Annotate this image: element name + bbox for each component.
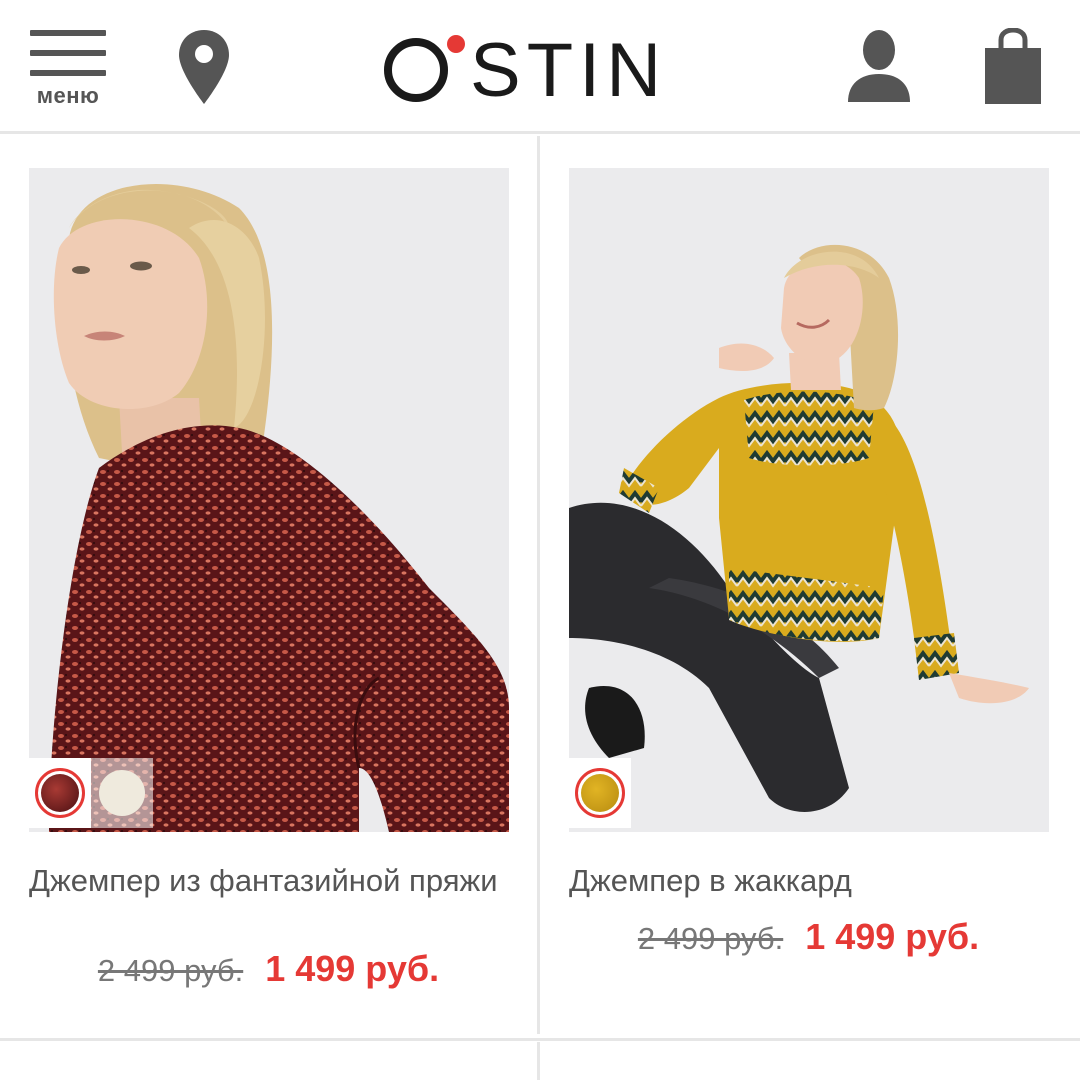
location-pin-icon bbox=[179, 30, 229, 104]
grid-divider-vertical bbox=[537, 136, 540, 1034]
model-in-red-knit-sweater-image bbox=[29, 168, 509, 832]
shopping-bag-icon bbox=[985, 27, 1041, 104]
user-icon bbox=[848, 30, 910, 102]
menu-button[interactable]: меню bbox=[28, 28, 108, 108]
menu-label: меню bbox=[36, 83, 100, 108]
swatch-fill bbox=[41, 774, 79, 812]
model-in-yellow-jacquard-sweater-image bbox=[569, 168, 1049, 832]
color-swatch-selected[interactable] bbox=[569, 758, 631, 828]
color-swatch-selected[interactable] bbox=[29, 758, 91, 828]
grid-divider-horizontal bbox=[0, 1038, 1080, 1041]
price-row: 2 499 руб. 1 499 руб. bbox=[540, 916, 1077, 958]
price-row: 2 499 руб. 1 499 руб. bbox=[0, 948, 537, 990]
store-locator-button[interactable] bbox=[176, 28, 232, 106]
product-title[interactable]: Джемпер из фантазийной пряжи bbox=[29, 864, 509, 898]
product-image[interactable] bbox=[29, 168, 509, 832]
swatch-dot bbox=[35, 768, 85, 818]
old-price: 2 499 руб. bbox=[97, 953, 244, 988]
ostin-logo: STIN bbox=[384, 28, 667, 113]
grid-divider-vertical bbox=[537, 1042, 540, 1080]
product-image[interactable] bbox=[569, 168, 1049, 832]
svg-text:STIN: STIN bbox=[470, 28, 667, 108]
sale-price: 1 499 руб. bbox=[265, 948, 440, 989]
color-swatches bbox=[569, 758, 631, 828]
account-button[interactable] bbox=[846, 28, 912, 104]
color-swatch[interactable] bbox=[91, 758, 153, 828]
product-card[interactable]: Джемпер в жаккард 2 499 руб. 1 499 руб. bbox=[540, 136, 1077, 1036]
product-title[interactable]: Джемпер в жаккард bbox=[569, 864, 1049, 898]
product-card[interactable]: Джемпер из фантазийной пряжи 2 499 руб. … bbox=[0, 136, 537, 1036]
hamburger-menu-icon-bar bbox=[30, 50, 106, 56]
brand-logo[interactable]: STIN bbox=[380, 28, 700, 113]
hamburger-menu-icon bbox=[30, 30, 106, 36]
swatch-fill bbox=[99, 770, 145, 816]
color-swatches bbox=[29, 758, 153, 828]
old-price: 2 499 руб. bbox=[637, 921, 784, 956]
swatch-dot bbox=[575, 768, 625, 818]
swatch-fill bbox=[581, 774, 619, 812]
cart-button[interactable] bbox=[982, 27, 1044, 106]
sale-price: 1 499 руб. bbox=[805, 916, 980, 957]
hamburger-menu-icon-bar bbox=[30, 70, 106, 76]
top-header: меню STIN bbox=[0, 0, 1080, 134]
